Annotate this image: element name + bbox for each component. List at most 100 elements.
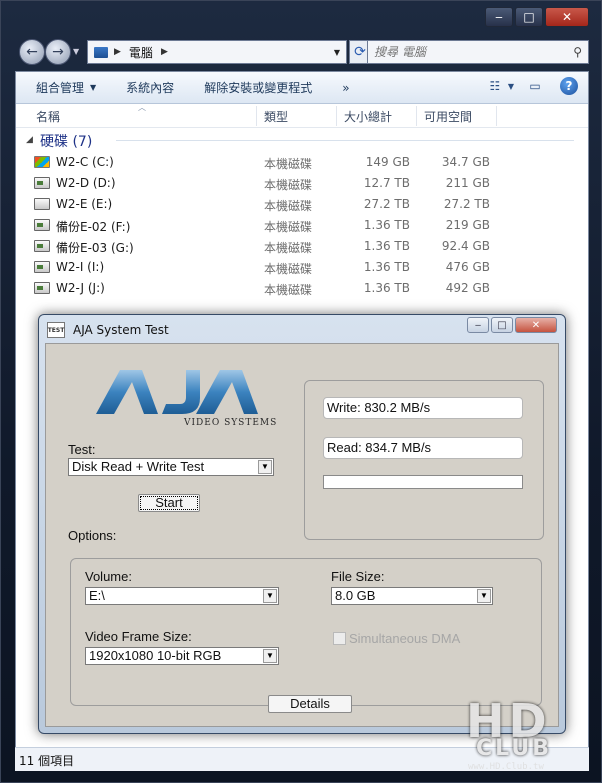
write-result-field: Write: 830.2 MB/s bbox=[323, 397, 523, 419]
column-name[interactable]: 名稱 bbox=[36, 108, 60, 125]
help-icon[interactable]: ? bbox=[560, 77, 578, 95]
uninstall-label: 解除安裝或變更程式 bbox=[204, 81, 313, 95]
drive-free: 92.4 GB bbox=[441, 239, 490, 253]
organize-label: 組合管理 bbox=[36, 81, 85, 95]
aja-minimize-button[interactable]: ‒ bbox=[467, 317, 489, 333]
options-group: Volume: E:\ ▼ File Size: 8.0 GB ▼ Video … bbox=[70, 558, 542, 706]
breadcrumb-separator-icon[interactable]: ▶ bbox=[161, 47, 168, 57]
dropdown-arrow-icon[interactable]: ▼ bbox=[263, 589, 277, 603]
drive-total: 1.36 TB bbox=[363, 260, 410, 274]
minimize-button[interactable]: ‒ bbox=[485, 7, 513, 27]
address-dropdown-icon[interactable]: ▼ bbox=[334, 48, 340, 57]
computer-icon bbox=[94, 46, 108, 58]
file-size-select[interactable]: 8.0 GB ▼ bbox=[331, 587, 493, 605]
column-divider[interactable] bbox=[336, 106, 337, 126]
breadcrumb-computer[interactable]: 電腦 bbox=[129, 44, 153, 61]
organize-menu[interactable]: 組合管理 ▼ bbox=[36, 79, 96, 96]
drive-free: 211 GB bbox=[445, 176, 490, 190]
aja-logo-mark bbox=[96, 370, 258, 414]
arrow-left-icon: ← bbox=[26, 44, 38, 60]
search-box[interactable]: ⚲ bbox=[367, 40, 589, 64]
column-divider[interactable] bbox=[496, 106, 497, 126]
close-button[interactable]: ✕ bbox=[545, 7, 589, 27]
drive-total: 27.2 TB bbox=[363, 197, 410, 211]
drive-type: 本機磁碟 bbox=[264, 178, 313, 192]
dropdown-arrow-icon[interactable]: ▼ bbox=[258, 460, 272, 474]
back-button[interactable]: ← bbox=[19, 39, 45, 65]
address-bar[interactable]: ▶ 電腦 ▶ ▼ bbox=[87, 40, 347, 64]
maximize-button[interactable]: □ bbox=[515, 7, 543, 27]
drive-icon bbox=[34, 198, 50, 210]
drive-name: W2-J (J:) bbox=[56, 281, 105, 295]
drive-total: 149 GB bbox=[365, 155, 410, 169]
collapse-triangle-icon[interactable]: ◢ bbox=[26, 135, 33, 145]
aja-title-bar[interactable]: TEST AJA System Test bbox=[47, 319, 169, 341]
drive-row[interactable]: 備份E-03 (G:) 本機磁碟 1.36 TB 92.4 GB bbox=[16, 236, 588, 257]
drive-free: 476 GB bbox=[445, 260, 490, 274]
column-free[interactable]: 可用空間 bbox=[424, 108, 472, 125]
drive-row[interactable]: W2-C (C:) 本機磁碟 149 GB 34.7 GB bbox=[16, 152, 588, 173]
drive-list: W2-C (C:) 本機磁碟 149 GB 34.7 GB W2-D (D:) 本機磁碟… bbox=[16, 152, 588, 299]
system-properties-button[interactable]: 系統內容 bbox=[126, 79, 174, 96]
aja-window-title: AJA System Test bbox=[73, 323, 169, 337]
column-type[interactable]: 類型 bbox=[264, 108, 288, 125]
frame-size-label: Video Frame Size: bbox=[85, 629, 192, 644]
column-total[interactable]: 大小總計 bbox=[344, 108, 392, 125]
drive-row[interactable]: 備份E-02 (F:) 本機磁碟 1.36 TB 219 GB bbox=[16, 215, 588, 236]
drive-icon bbox=[34, 240, 50, 252]
drive-free: 219 GB bbox=[445, 218, 490, 232]
search-icon[interactable]: ⚲ bbox=[573, 45, 582, 59]
aja-maximize-button[interactable]: □ bbox=[491, 317, 513, 333]
aja-window-controls: ‒ □ ✕ bbox=[465, 317, 557, 333]
drive-free: 27.2 TB bbox=[443, 197, 490, 211]
aja-logo-subtitle: VIDEO SYSTEMS bbox=[184, 418, 278, 428]
column-headers: ︿ 名稱 類型 大小總計 可用空間 bbox=[16, 103, 588, 128]
history-dropdown-icon[interactable]: ▼ bbox=[73, 47, 79, 56]
group-header-hard-disks[interactable]: ◢ 硬碟 (7) bbox=[16, 128, 588, 152]
volume-select[interactable]: E:\ ▼ bbox=[85, 587, 279, 605]
column-divider[interactable] bbox=[416, 106, 417, 126]
drive-icon bbox=[34, 261, 50, 273]
drive-name: W2-E (E:) bbox=[56, 197, 113, 211]
details-button[interactable]: Details bbox=[268, 695, 352, 713]
aja-logo: VIDEO SYSTEMS bbox=[92, 364, 276, 428]
address-row: ← → ▼ ▶ 電腦 ▶ ▼ ⟳ ⚲ bbox=[15, 37, 589, 67]
drive-icon bbox=[34, 282, 50, 294]
column-divider[interactable] bbox=[256, 106, 257, 126]
preview-pane-icon[interactable]: ▭ bbox=[524, 77, 546, 95]
dropdown-arrow-icon[interactable]: ▼ bbox=[263, 649, 277, 663]
drive-name: W2-C (C:) bbox=[56, 155, 114, 169]
frame-size-select[interactable]: 1920x1080 10-bit RGB ▼ bbox=[85, 647, 279, 665]
simultaneous-dma-checkbox[interactable] bbox=[333, 632, 346, 645]
drive-name: W2-I (I:) bbox=[56, 260, 105, 274]
start-button[interactable]: Start bbox=[138, 494, 200, 512]
dropdown-arrow-icon[interactable]: ▼ bbox=[477, 589, 491, 603]
view-dropdown-icon[interactable]: ▼ bbox=[508, 82, 514, 91]
refresh-icon: ⟳ bbox=[354, 44, 366, 60]
test-label: Test: bbox=[68, 442, 96, 457]
options-label: Options: bbox=[68, 528, 117, 543]
drive-row[interactable]: W2-E (E:) 本機磁碟 27.2 TB 27.2 TB bbox=[16, 194, 588, 215]
command-bar: 組合管理 ▼ 系統內容 解除安裝或變更程式 » ☷ ▼ ▭ ? bbox=[16, 72, 588, 104]
drive-row[interactable]: W2-I (I:) 本機磁碟 1.36 TB 476 GB bbox=[16, 257, 588, 278]
drive-total: 1.36 TB bbox=[363, 239, 410, 253]
drive-type: 本機磁碟 bbox=[264, 262, 313, 276]
drive-type: 本機磁碟 bbox=[264, 220, 313, 234]
aja-close-button[interactable]: ✕ bbox=[515, 317, 557, 333]
drive-total: 12.7 TB bbox=[363, 176, 410, 190]
forward-button[interactable]: → bbox=[45, 39, 71, 65]
drive-row[interactable]: W2-J (J:) 本機磁碟 1.36 TB 492 GB bbox=[16, 278, 588, 299]
drive-row[interactable]: W2-D (D:) 本機磁碟 12.7 TB 211 GB bbox=[16, 173, 588, 194]
hd-club-watermark: HD CLUB www.HD.Club.tw bbox=[456, 694, 596, 774]
progress-bar bbox=[323, 475, 523, 489]
breadcrumb-separator-icon[interactable]: ▶ bbox=[114, 47, 121, 57]
uninstall-program-button[interactable]: 解除安裝或變更程式 bbox=[204, 79, 312, 96]
search-input[interactable] bbox=[374, 45, 554, 59]
aja-app-icon: TEST bbox=[47, 322, 65, 338]
test-select[interactable]: Disk Read + Write Test ▼ bbox=[68, 458, 274, 476]
drive-icon bbox=[34, 177, 50, 189]
view-mode-icon[interactable]: ☷ bbox=[484, 77, 506, 95]
more-commands-button[interactable]: » bbox=[342, 81, 349, 95]
drive-name: 備份E-02 (F:) bbox=[56, 220, 131, 234]
drive-total: 1.36 TB bbox=[363, 218, 410, 232]
